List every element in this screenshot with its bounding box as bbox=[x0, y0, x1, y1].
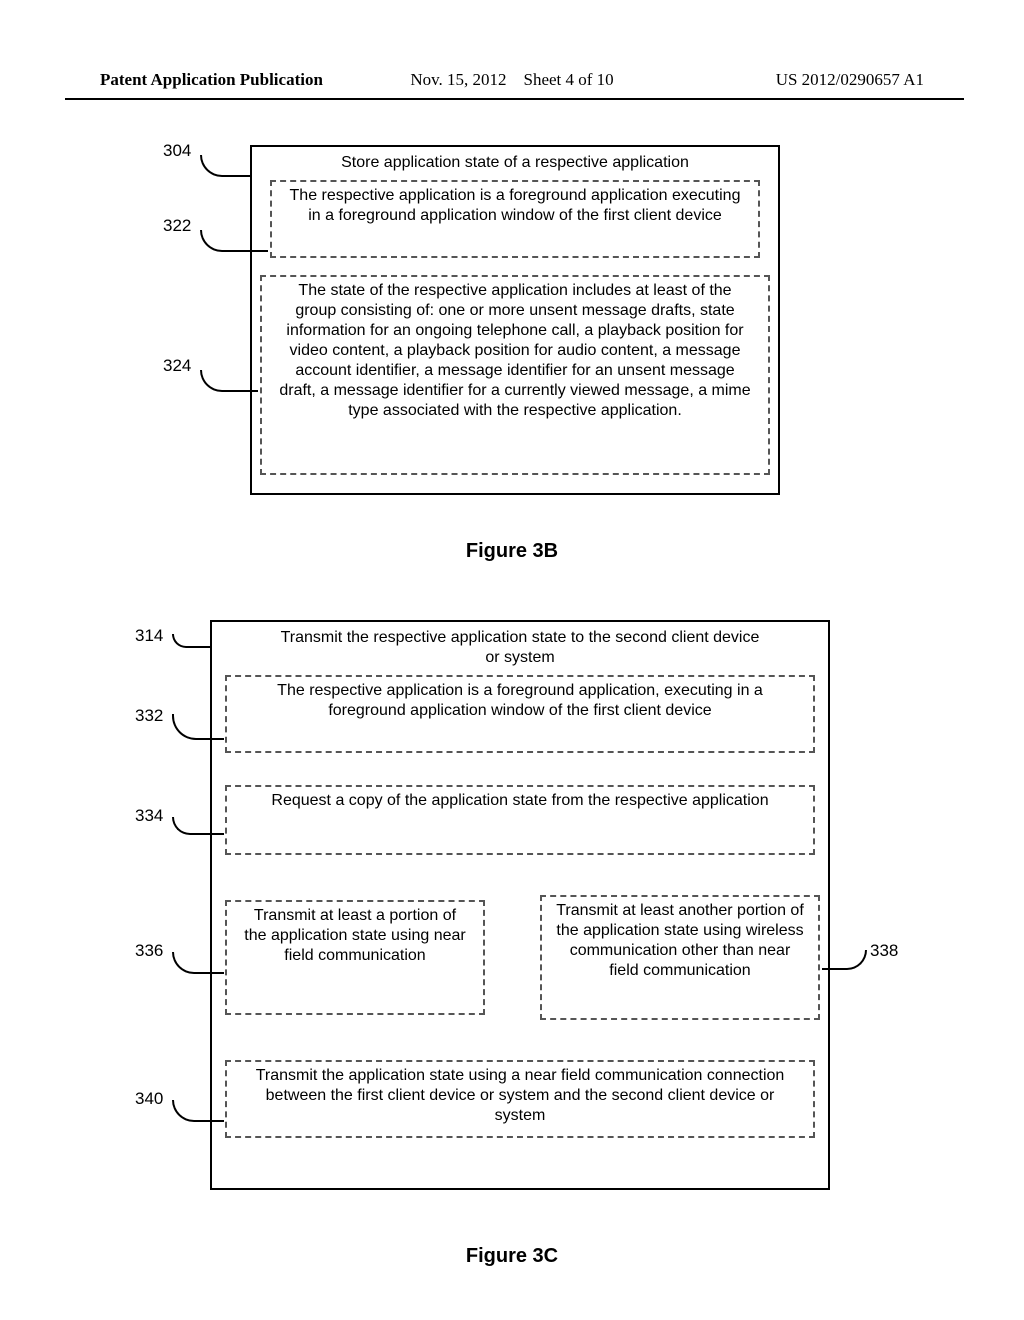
step-304-title: Store application state of a respective … bbox=[252, 147, 778, 181]
substep-334-box: Request a copy of the application state … bbox=[225, 785, 815, 855]
substep-324-text: The state of the respective application … bbox=[279, 282, 750, 419]
ref-338: 338 bbox=[870, 940, 898, 961]
substep-322-text: The respective application is a foregrou… bbox=[290, 187, 741, 224]
ref-332: 332 bbox=[135, 705, 163, 726]
substep-340-box: Transmit the application state using a n… bbox=[225, 1060, 815, 1138]
leader-324 bbox=[200, 370, 258, 392]
step-314-title: Transmit the respective application stat… bbox=[212, 622, 828, 676]
substep-338-text: Transmit at least another portion of the… bbox=[556, 902, 804, 979]
leader-340 bbox=[172, 1100, 224, 1122]
leader-334 bbox=[172, 817, 224, 835]
leader-338 bbox=[822, 950, 867, 970]
leader-314 bbox=[172, 634, 210, 648]
ref-322: 322 bbox=[163, 215, 191, 236]
substep-332-text: The respective application is a foregrou… bbox=[277, 682, 763, 719]
header-rule bbox=[65, 98, 964, 100]
ref-340: 340 bbox=[135, 1088, 163, 1109]
substep-340-text: Transmit the application state using a n… bbox=[256, 1067, 785, 1124]
ref-304: 304 bbox=[163, 140, 191, 161]
figure-3c-caption: Figure 3C bbox=[0, 1245, 1024, 1268]
leader-322 bbox=[200, 230, 268, 252]
ref-314: 314 bbox=[135, 625, 163, 646]
ref-336: 336 bbox=[135, 940, 163, 961]
figure-3b-caption: Figure 3B bbox=[0, 540, 1024, 563]
substep-332-box: The respective application is a foregrou… bbox=[225, 675, 815, 753]
substep-322-box: The respective application is a foregrou… bbox=[270, 180, 760, 258]
substep-336-text: Transmit at least a portion of the appli… bbox=[244, 907, 465, 964]
substep-338-box: Transmit at least another portion of the… bbox=[540, 895, 820, 1020]
leader-304 bbox=[200, 155, 250, 177]
leader-332 bbox=[172, 714, 224, 740]
substep-336-box: Transmit at least a portion of the appli… bbox=[225, 900, 485, 1015]
leader-336 bbox=[172, 952, 224, 974]
ref-324: 324 bbox=[163, 355, 191, 376]
substep-324-box: The state of the respective application … bbox=[260, 275, 770, 475]
ref-334: 334 bbox=[135, 805, 163, 826]
page-header: Patent Application Publication US 2012/0… bbox=[0, 70, 1024, 90]
header-sheet: Sheet 4 of 10 bbox=[524, 70, 614, 89]
substep-334-text: Request a copy of the application state … bbox=[271, 792, 768, 809]
header-date: Nov. 15, 2012 bbox=[410, 70, 506, 89]
